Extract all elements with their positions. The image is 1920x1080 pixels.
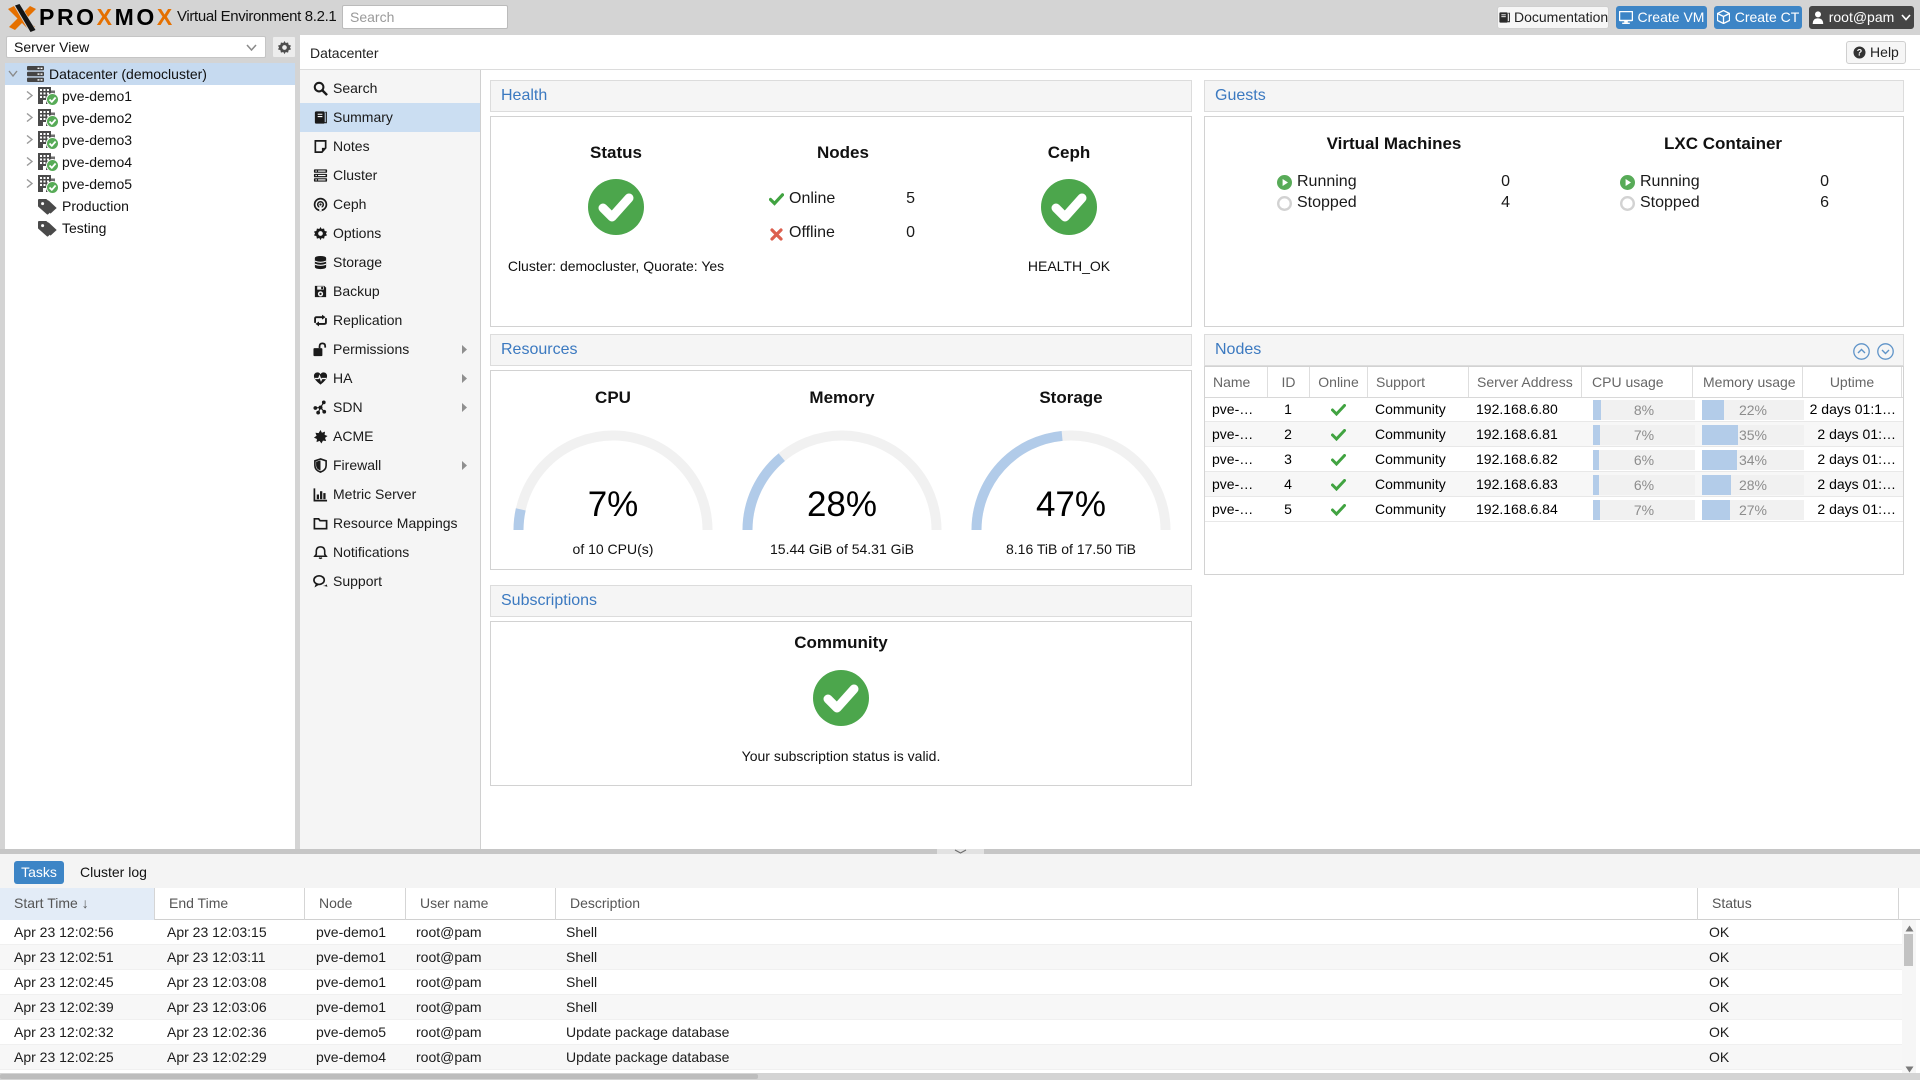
svg-text:?: ? (1857, 48, 1863, 58)
